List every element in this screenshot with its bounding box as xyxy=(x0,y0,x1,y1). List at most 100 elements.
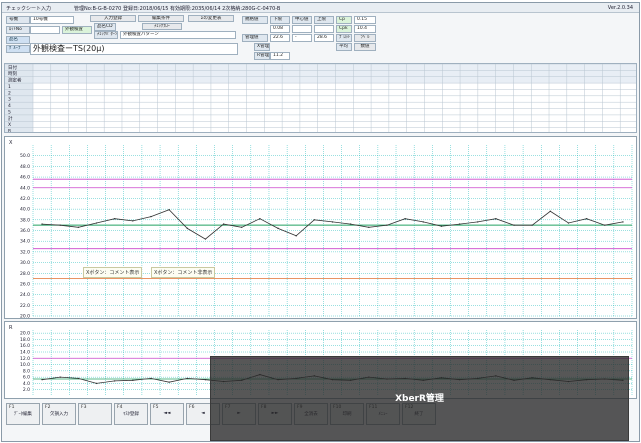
data-point xyxy=(295,235,297,237)
machine-field[interactable]: 10号機 xyxy=(30,16,74,24)
product-code-label: 品名CD xyxy=(94,23,116,31)
function-key-id: F1 xyxy=(9,405,15,410)
data-point xyxy=(204,378,207,381)
check-flow-button[interactable]: ﾁｪｯｸﾌﾛｰ xyxy=(142,23,182,30)
y-tick-label: 38.0 xyxy=(20,217,30,223)
data-point xyxy=(585,218,588,220)
data-point xyxy=(331,221,334,223)
function-key-id: F4 xyxy=(117,405,123,410)
data-point xyxy=(313,219,316,221)
data-point xyxy=(422,221,424,223)
data-point xyxy=(132,379,134,381)
data-point xyxy=(604,224,606,226)
pattern-select[interactable]: 外観検査パターン xyxy=(120,31,236,39)
y-tick-label: 12.0 xyxy=(20,356,30,362)
cpk-label: Cpk xyxy=(336,25,352,33)
data-point xyxy=(77,226,80,228)
data-point xyxy=(113,218,116,220)
version-label: Ver.2.0.34 xyxy=(607,5,633,11)
center-value-blank xyxy=(292,25,312,33)
y-tick-label: 16.0 xyxy=(20,343,30,349)
data-point xyxy=(168,208,170,211)
y-tick-label: 20.0 xyxy=(20,314,30,320)
y-tick-label: 2.0 xyxy=(23,387,30,393)
center-label: 中心値 xyxy=(292,16,312,24)
y-tick-label: 40.0 xyxy=(20,207,30,213)
y-tick-label: 30.0 xyxy=(20,260,30,266)
lower-label: 下限 xyxy=(270,16,290,24)
data-point xyxy=(168,381,170,383)
data-point xyxy=(132,220,134,222)
function-key-f1[interactable]: F1 ﾃﾞｰﾀ編集 xyxy=(6,403,40,425)
mgmt-dash: - xyxy=(292,34,312,42)
lot-label: ﾛｯﾄNo xyxy=(6,26,30,34)
table-grid: 日付時刻測定者12345計XR xyxy=(5,64,636,132)
comment-show-button[interactable]: Xボタン：コメント表示 xyxy=(83,267,143,278)
measurement-table[interactable]: 日付 時刻 測定者 1 2 3 4 5 計 X R xyxy=(4,63,637,133)
data-point xyxy=(186,377,188,380)
function-key-label: 欠損入力 xyxy=(50,412,68,417)
y-tick-label: 20.0 xyxy=(20,331,30,337)
lot-field[interactable] xyxy=(30,26,60,34)
y-tick-label: 24.0 xyxy=(20,292,30,298)
table-row-label: X xyxy=(8,122,11,128)
data-point xyxy=(277,227,279,230)
data-point xyxy=(549,210,552,212)
y-tick-label: 32.0 xyxy=(20,249,30,255)
data-point xyxy=(59,224,61,226)
r-value: 11.2 xyxy=(270,52,290,60)
cp-label: Cp xyxy=(336,16,352,24)
table-row-label: 4 xyxy=(8,103,11,109)
data-point xyxy=(495,218,497,220)
mode-button[interactable]: 数値 xyxy=(354,43,376,51)
data-point xyxy=(567,222,570,224)
table-row-label: 測定者 xyxy=(8,77,22,84)
data-point xyxy=(531,224,533,226)
upper-value-blank xyxy=(314,25,334,33)
data-point xyxy=(95,382,98,385)
data-point xyxy=(404,218,406,220)
xbar-label: X管理 xyxy=(254,43,270,51)
product-name-display: 外観検査ーTS(20μ) xyxy=(30,43,238,55)
caption-overlay: XberR管理 xyxy=(210,356,629,441)
y-tick-label: 48.0 xyxy=(20,164,30,170)
edit-condition-button[interactable]: 編集条件 xyxy=(138,15,184,22)
mode-label: 平均 xyxy=(336,43,352,51)
y-tick-label: 26.0 xyxy=(20,281,30,287)
label-button[interactable]: ﾗﾍﾞﾙ xyxy=(354,34,376,42)
machine-label: 号機 xyxy=(6,16,30,24)
data-point xyxy=(440,225,443,227)
data-point xyxy=(186,227,188,230)
y-tick-label: 34.0 xyxy=(20,239,30,245)
function-key-f3[interactable]: F3 xyxy=(78,403,112,425)
function-key-f5[interactable]: F5 ◄◄ xyxy=(150,403,184,425)
comment-hide-button[interactable]: Xボタン：コメント非表示 xyxy=(151,267,216,278)
data-point xyxy=(259,218,261,220)
r-label: R管理 xyxy=(254,52,270,60)
data-point xyxy=(477,221,479,223)
function-key-id: F2 xyxy=(45,405,51,410)
table-row-label: 2 xyxy=(8,90,11,96)
header-info: 管理No:B-G-B-0270 登録日:2018/06/15 有効期限:2035… xyxy=(74,6,281,12)
input-registration-button[interactable]: 入力登録 xyxy=(90,15,136,22)
data-point xyxy=(368,226,370,228)
sigma-change-button[interactable]: Σの変更表 xyxy=(188,15,234,22)
y-tick-label: 8.0 xyxy=(23,368,30,374)
table-row-label: 3 xyxy=(8,97,11,103)
table-row-label: 計 xyxy=(8,115,13,122)
function-key-f4[interactable]: F4 ﾏｽﾀ登録 xyxy=(114,403,148,425)
chart-section-label: X xyxy=(9,140,13,146)
title-bar: チェックシート入力 管理No:B-G-B-0270 登録日:2018/06/15… xyxy=(2,3,639,13)
mgmt-center: 22.6 xyxy=(270,34,290,42)
y-tick-label: 36.0 xyxy=(20,228,30,234)
function-key-f2[interactable]: F2 欠損入力 xyxy=(42,403,76,425)
data-point xyxy=(113,380,116,382)
y-tick-label: 6.0 xyxy=(23,375,30,381)
data-point xyxy=(150,377,152,380)
y-tick-label: 42.0 xyxy=(20,196,30,202)
window-title: チェックシート入力 xyxy=(6,6,52,12)
y-tick-label: 4.0 xyxy=(23,381,30,387)
table-row-label: 日付 xyxy=(8,64,17,71)
mgmt-label: 管理値 xyxy=(242,34,268,42)
y-tick-label: 22.0 xyxy=(20,303,30,309)
